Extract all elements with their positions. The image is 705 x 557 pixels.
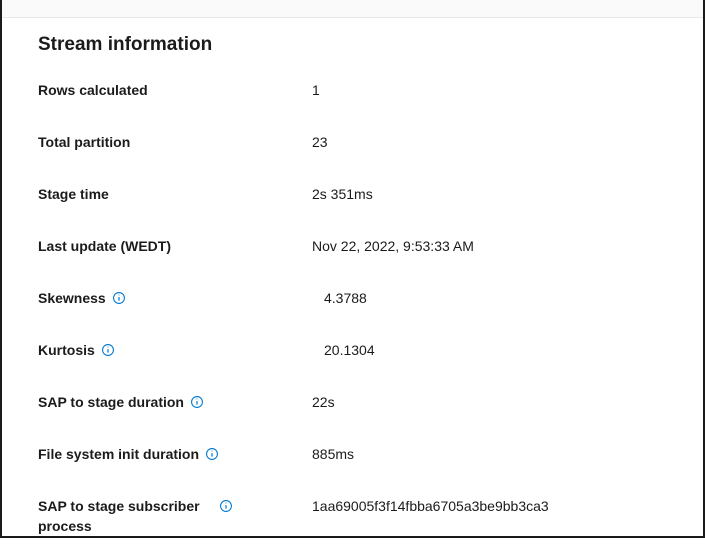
row-stage-time: Stage time 2s 351ms [38,184,667,208]
label-sap-to-stage-duration: SAP to stage duration [38,392,184,412]
value-stage-time: 2s 351ms [286,184,667,204]
stream-information-panel: Stream information Rows calculated 1 Tot… [2,18,703,557]
value-sap-to-stage-duration: 22s [286,392,667,412]
value-kurtosis: 20.1304 [286,340,667,360]
top-bar [2,0,703,18]
info-icon[interactable] [190,395,204,409]
row-sap-to-stage-subscriber-process: SAP to stage subscriber process 1aa69005… [38,496,667,537]
info-icon[interactable] [112,291,126,305]
panel-title: Stream information [38,34,667,56]
row-file-system-init-duration: File system init duration 885ms [38,444,667,468]
value-last-update: Nov 22, 2022, 9:53:33 AM [286,236,667,256]
info-icon[interactable] [219,499,233,513]
label-rows-calculated: Rows calculated [38,80,148,100]
label-kurtosis: Kurtosis [38,340,95,360]
label-stage-time: Stage time [38,184,109,204]
value-skewness: 4.3788 [286,288,667,308]
info-icon[interactable] [101,343,115,357]
row-last-update: Last update (WEDT) Nov 22, 2022, 9:53:33… [38,236,667,260]
row-kurtosis: Kurtosis 20.1304 [38,340,667,364]
row-total-partition: Total partition 23 [38,132,667,156]
info-icon[interactable] [205,447,219,461]
row-rows-calculated: Rows calculated 1 [38,80,667,104]
row-sap-to-stage-duration: SAP to stage duration 22s [38,392,667,416]
label-last-update: Last update (WEDT) [38,236,171,256]
row-skewness: Skewness 4.3788 [38,288,667,312]
label-sap-to-stage-subscriber-process: SAP to stage subscriber process [38,496,213,537]
value-total-partition: 23 [286,132,667,152]
value-sap-to-stage-subscriber-process: 1aa69005f3f14fbba6705a3be9bb3ca3 [286,496,667,516]
label-skewness: Skewness [38,288,106,308]
value-file-system-init-duration: 885ms [286,444,667,464]
label-file-system-init-duration: File system init duration [38,444,199,464]
label-total-partition: Total partition [38,132,130,152]
value-rows-calculated: 1 [286,80,667,100]
